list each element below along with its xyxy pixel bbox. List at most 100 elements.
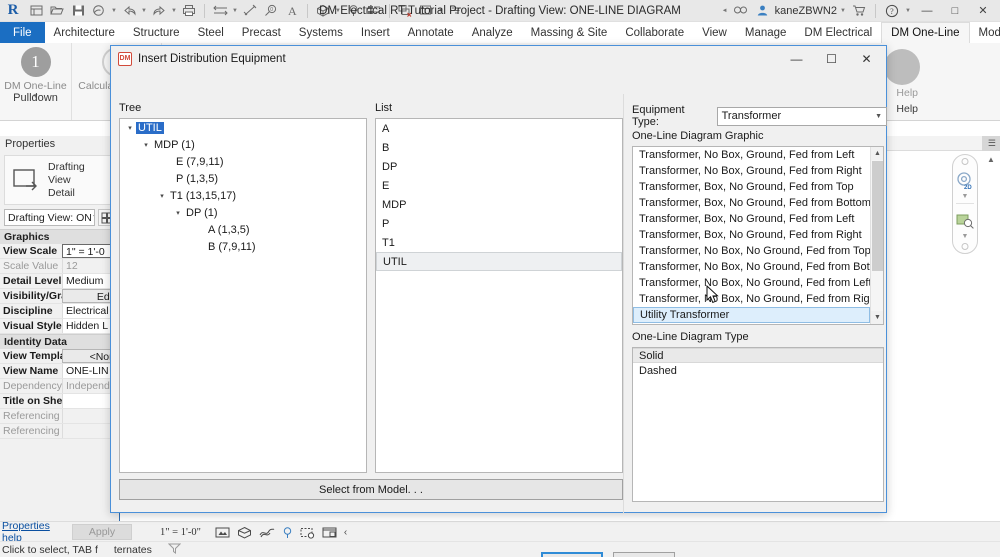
graphic-item[interactable]: Transformer, Box, No Ground, Fed from Ri… [633,227,870,243]
window-close-button[interactable]: ✕ [970,1,996,21]
property-row-view-name[interactable]: View Name ONE-LIN [0,364,119,379]
equipment-type-dropdown[interactable]: Transformer ▼ [716,106,887,126]
type-item[interactable]: Dashed [633,363,883,378]
select-from-model-button[interactable]: Select from Model. . . [119,479,623,500]
help-icon[interactable]: ? [882,1,902,21]
tab-structure[interactable]: Structure [124,22,189,43]
tab-precast[interactable]: Precast [233,22,290,43]
redo-icon[interactable] [149,1,169,21]
hide-isolate-icon[interactable] [300,526,315,539]
print-icon[interactable] [179,1,199,21]
autodesk-store-icon[interactable] [849,1,869,21]
cancel-button[interactable]: Cancel [613,552,675,557]
list-item[interactable]: MDP [376,195,622,214]
visual-style-icon[interactable] [259,526,275,539]
filter-icon[interactable] [167,543,182,557]
measure-icon[interactable] [210,1,230,21]
dialog-maximize-button[interactable]: ☐ [814,47,849,71]
dialog-close-button[interactable]: ✕ [849,47,884,71]
list-item[interactable]: P [376,214,622,233]
list-item-selected[interactable]: UTIL [376,252,622,271]
property-row-detail-level[interactable]: Detail Level Medium [0,274,119,289]
collapse-ribbon-icon[interactable]: ☰ [988,138,996,149]
list-item[interactable]: E [376,176,622,195]
tab-insert[interactable]: Insert [352,22,399,43]
tree-node-a[interactable]: ▾ A (1,3,5) [120,221,366,238]
window-maximize-button[interactable]: □ [942,1,968,21]
property-row-visual-style[interactable]: Visual Style Hidden L [0,319,119,334]
graphic-item[interactable]: Transformer, No Box, Ground, Fed from Ri… [633,163,870,179]
tree-node-mdp[interactable]: ▾ MDP (1) [120,136,366,153]
thin-lines-icon[interactable] [364,1,384,21]
tab-annotate[interactable]: Annotate [399,22,463,43]
scrollbar-thumb[interactable] [872,161,883,271]
list-item[interactable]: DP [376,157,622,176]
aligned-dimension-icon[interactable] [240,1,260,21]
tab-dm-one-line[interactable]: DM One-Line [881,22,970,43]
expand-arrow-icon[interactable]: ▾ [140,141,152,149]
graphic-item[interactable]: Transformer, No Box, Ground, Fed from Le… [633,147,870,163]
user-account-icon[interactable] [753,1,773,21]
tab-file[interactable]: File [0,22,45,43]
tab-dm-electrical[interactable]: DM Electrical [795,22,881,43]
default-3d-view-icon[interactable] [313,1,333,21]
user-name-label[interactable]: kaneZBWN2 [775,5,837,17]
switch-windows-icon[interactable] [416,1,436,21]
scale-icon[interactable] [215,526,230,539]
graphic-list-scrollbar[interactable]: ▲ ▼ [870,147,883,324]
apply-button[interactable]: Apply [72,524,132,540]
tree-node-t1[interactable]: ▾ T1 (13,15,17) [120,187,366,204]
property-row-view-template[interactable]: View Template <Non [0,349,119,364]
graphic-item[interactable]: Transformer, Box, No Ground, Fed from To… [633,179,870,195]
graphic-item[interactable]: Transformer, No Box, No Ground, Fed from… [633,291,870,307]
property-row-visibility-graphics[interactable]: Visibility/Grap... Edit [0,289,119,304]
help-round-icon[interactable] [884,49,920,85]
save-as-cloud-icon[interactable] [89,1,109,21]
tab-analyze[interactable]: Analyze [463,22,522,43]
steering-wheel-2d-icon[interactable]: 2D [955,171,975,191]
dm-one-line-icon[interactable]: 1 [20,47,51,77]
tab-collaborate[interactable]: Collaborate [616,22,693,43]
property-row-discipline[interactable]: Discipline Electrical [0,304,119,319]
tree-node-util[interactable]: ▾ UTIL [120,119,366,136]
sun-path-icon[interactable] [282,526,293,539]
tab-architecture[interactable]: Architecture [45,22,124,43]
one-line-diagram-graphic-list[interactable]: Transformer, No Box, Ground, Fed from Le… [632,146,884,325]
property-row-title-on-sheet[interactable]: Title on Sheet [0,394,119,409]
reveal-hidden-icon[interactable] [322,526,337,539]
tree-node-dp[interactable]: ▾ DP (1) [120,204,366,221]
chevron-down-icon[interactable]: ▼ [140,1,148,21]
property-row-view-scale[interactable]: View Scale 1" = 1'-0 [0,244,119,259]
expand-arrow-icon[interactable]: ▾ [156,192,168,200]
graphic-item[interactable]: Transformer, No Box, No Ground, Fed from… [633,275,870,291]
type-item-selected[interactable]: Solid [633,348,883,363]
collapse-icon[interactable]: ‹ [344,527,347,538]
graphic-item[interactable]: Transformer, Box, No Ground, Fed from Bo… [633,195,870,211]
undo-icon[interactable] [119,1,139,21]
ok-button[interactable]: OK [541,552,603,557]
nav-pin-bottom-icon[interactable] [961,243,969,250]
list-item[interactable]: B [376,138,622,157]
chevron-down-icon[interactable]: ▼ [904,1,912,21]
customize-qat-icon[interactable] [446,1,466,21]
tab-massing-and-site[interactable]: Massing & Site [522,22,617,43]
new-project-icon[interactable] [26,1,46,21]
expand-arrow-icon[interactable]: ▾ [124,124,136,132]
open-icon[interactable] [47,1,67,21]
graphic-item[interactable]: Transformer, No Box, No Ground, Fed from… [633,243,870,259]
tree-node-b[interactable]: ▾ B (7,9,11) [120,238,366,255]
chevron-up-icon[interactable]: ▲ [984,152,998,166]
tree-node-e[interactable]: ▾ E (7,9,11) [120,153,366,170]
type-selector[interactable]: Drafting View: ON ▼ [4,209,95,226]
zoom-region-icon[interactable] [955,211,975,231]
tab-systems[interactable]: Systems [290,22,352,43]
dialog-minimize-button[interactable]: — [779,47,814,71]
list-item[interactable]: A [376,119,622,138]
tab-steel[interactable]: Steel [189,22,233,43]
chevron-down-icon[interactable]: ▼ [334,1,342,21]
chevron-left-icon[interactable]: ◄ [721,1,729,21]
text-icon[interactable]: A [282,1,302,21]
equipment-list[interactable]: A B DP E MDP P T1 UTIL [375,118,623,473]
window-minimize-button[interactable]: — [914,1,940,21]
detail-level-icon[interactable] [237,526,252,539]
